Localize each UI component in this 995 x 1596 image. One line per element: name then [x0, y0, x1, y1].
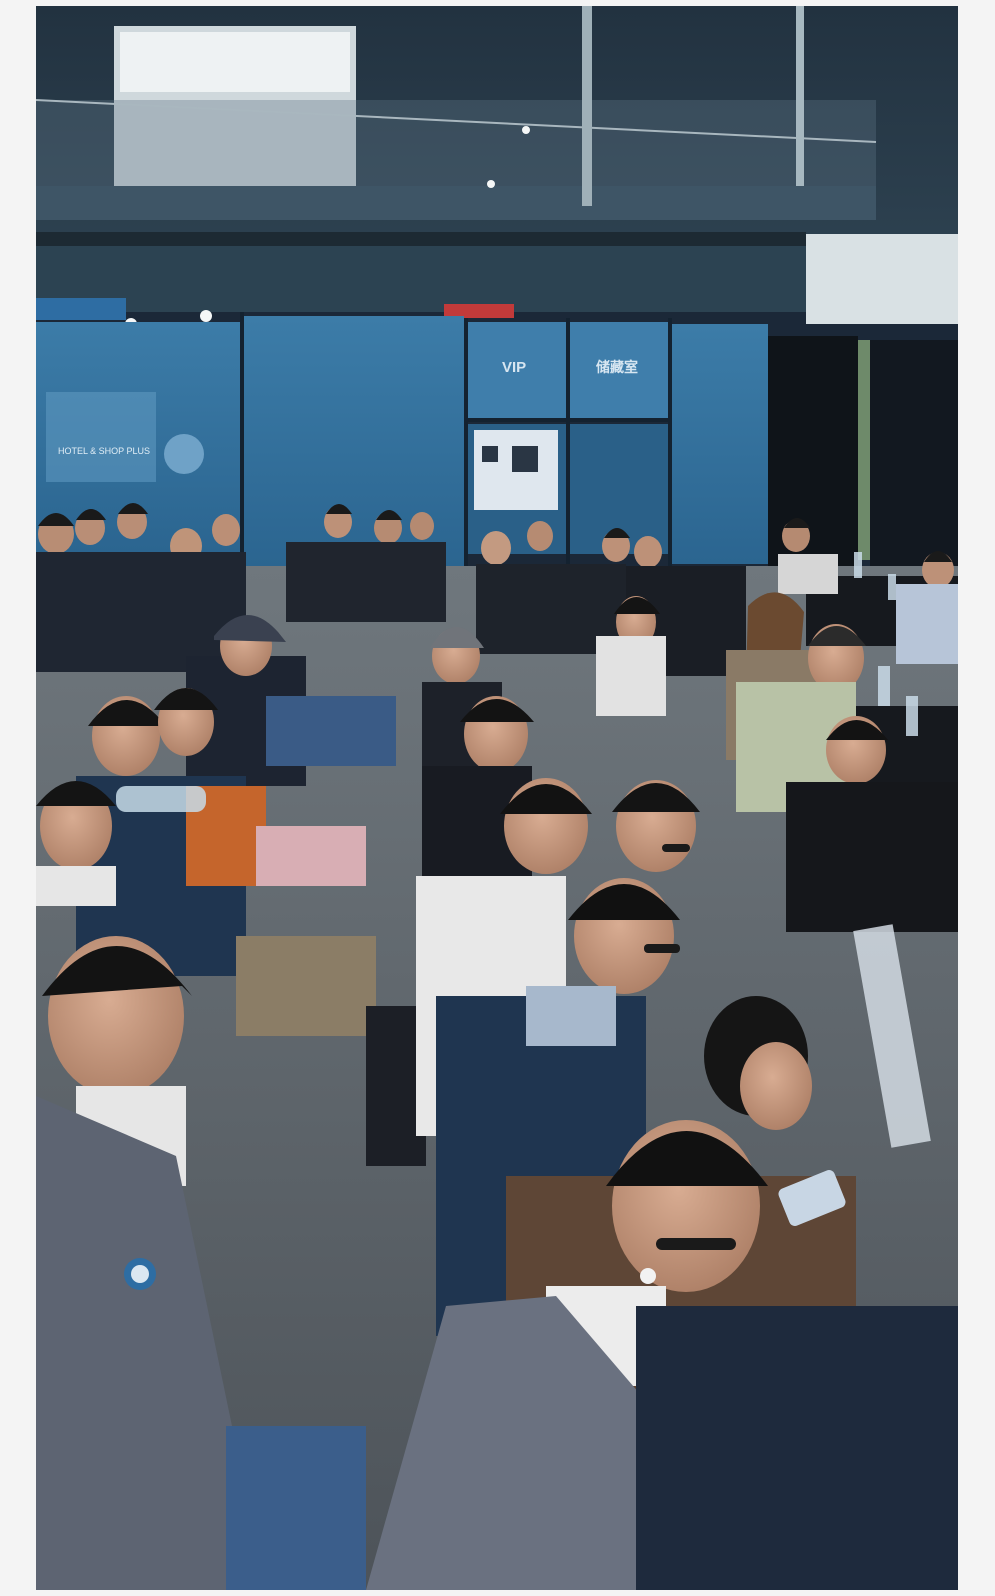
glasses [662, 844, 690, 852]
storage-room-sign: 储藏室 [595, 359, 638, 375]
earbud-icon [640, 1268, 656, 1284]
water-bottle [906, 696, 918, 736]
shirt-white [778, 554, 838, 594]
shirt-light-blue [896, 584, 958, 664]
jeans [266, 696, 396, 766]
mezzanine-glass-rail [36, 100, 876, 186]
column [796, 6, 804, 186]
globe-logo-icon [164, 434, 204, 474]
audience-member [527, 521, 553, 551]
water-bottle [854, 552, 862, 578]
mezzanine-beam [36, 186, 876, 220]
ceiling-light [200, 310, 212, 322]
audience-member [410, 512, 434, 540]
pants-pink [256, 826, 366, 886]
water-bottle [888, 574, 896, 600]
jacket [286, 542, 446, 622]
right-skylight [806, 234, 958, 324]
water-bottle [878, 666, 890, 706]
jacket-navy [636, 1306, 958, 1590]
audience-member-face [740, 1042, 812, 1130]
skylight-window-glow [120, 32, 350, 92]
blue-sign-top-left [36, 298, 126, 320]
black-curtain [768, 336, 858, 566]
audience-member [634, 536, 662, 568]
leather-jacket [786, 782, 958, 932]
hotel-banner-text: HOTEL & SHOP PLUS [58, 446, 150, 456]
event-photo: VIP 储藏室 HOTEL & SHOP PLUS [36, 6, 958, 1590]
conference-audience-scene: VIP 储藏室 HOTEL & SHOP PLUS [36, 6, 958, 1590]
vip-sign: VIP [502, 359, 526, 376]
jeans [226, 1426, 366, 1590]
ceiling-light [522, 126, 530, 134]
audience-member [481, 531, 511, 565]
audience-member [212, 514, 240, 546]
jacket [36, 552, 246, 672]
column [582, 6, 592, 206]
upper-wall-strip [36, 246, 806, 312]
banner-screen [46, 392, 156, 482]
badge-icon-inner [131, 1265, 149, 1283]
beam-lower [36, 232, 806, 246]
ceiling-light [487, 180, 495, 188]
qr-code-icon [482, 446, 498, 462]
blue-wall-right [672, 324, 768, 564]
sweater-white [596, 636, 666, 716]
exit-sign [444, 304, 514, 318]
shirt-white [36, 866, 116, 906]
pants-khaki [236, 936, 376, 1036]
qr-code-icon [512, 446, 538, 472]
glasses [656, 1238, 736, 1250]
shirt-light-blue [526, 986, 616, 1046]
water-bottle-held [116, 786, 206, 812]
black-curtain [870, 340, 958, 580]
glasses [644, 944, 680, 953]
window-slit [858, 340, 870, 560]
